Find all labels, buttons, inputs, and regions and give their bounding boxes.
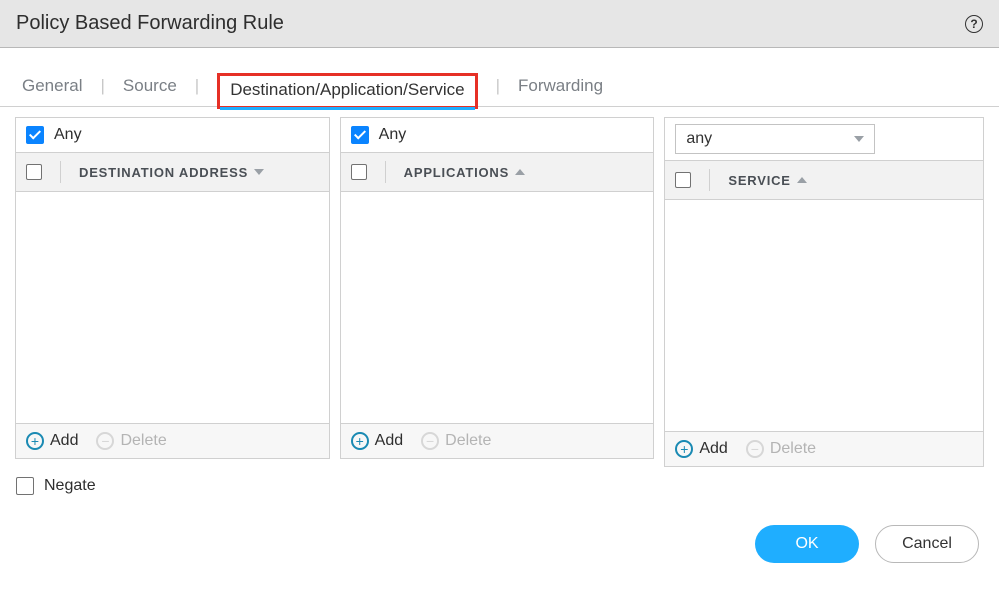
tabs-row: General | Source | Destination/Applicati…: [0, 72, 999, 107]
negate-row: Negate: [0, 471, 999, 501]
add-label: Add: [375, 432, 403, 450]
applications-delete-button[interactable]: − Delete: [421, 432, 491, 450]
service-delete-button[interactable]: − Delete: [746, 440, 816, 458]
service-grid-header: SERVICE: [664, 160, 984, 200]
applications-add-button[interactable]: + Add: [351, 432, 403, 450]
dialog-actions: OK Cancel: [0, 501, 999, 587]
applications-any-label: Any: [379, 126, 407, 144]
delete-label: Delete: [770, 440, 816, 458]
column-header-label: SERVICE: [728, 173, 790, 188]
chevron-up-icon: [515, 169, 525, 175]
plus-icon: +: [26, 432, 44, 450]
service-select[interactable]: any: [675, 124, 875, 154]
service-select-value: any: [686, 130, 712, 148]
destination-select-all-checkbox[interactable]: [26, 164, 42, 180]
destination-address-column-header[interactable]: DESTINATION ADDRESS: [79, 165, 264, 180]
applications-grid-body: [340, 192, 655, 424]
destination-delete-button[interactable]: − Delete: [96, 432, 166, 450]
tab-label: Destination/Application/Service: [230, 80, 464, 99]
applications-column: Any APPLICATIONS + Add − Delete: [340, 117, 655, 467]
minus-icon: −: [96, 432, 114, 450]
column-header-label: DESTINATION ADDRESS: [79, 165, 248, 180]
tab-separator: |: [496, 76, 500, 102]
service-column: any SERVICE + Add − Delete: [664, 117, 984, 467]
delete-label: Delete: [445, 432, 491, 450]
minus-icon: −: [746, 440, 764, 458]
service-grid-footer: + Add − Delete: [664, 432, 984, 467]
service-grid-body: [664, 200, 984, 432]
destination-any-checkbox[interactable]: [26, 126, 44, 144]
header-separator: [60, 161, 61, 183]
tab-destination-application-service[interactable]: Destination/Application/Service: [217, 73, 477, 109]
help-icon[interactable]: ?: [965, 15, 983, 33]
chevron-down-icon: [854, 136, 864, 142]
destination-column: Any DESTINATION ADDRESS + Add − Delete: [15, 117, 330, 467]
destination-add-button[interactable]: + Add: [26, 432, 78, 450]
negate-label: Negate: [44, 477, 96, 495]
minus-icon: −: [421, 432, 439, 450]
destination-grid-footer: + Add − Delete: [15, 424, 330, 459]
destination-any-label: Any: [54, 126, 82, 144]
service-top-row: any: [664, 117, 984, 160]
column-header-label: APPLICATIONS: [404, 165, 509, 180]
destination-grid-body: [15, 192, 330, 424]
applications-any-checkbox[interactable]: [351, 126, 369, 144]
add-label: Add: [50, 432, 78, 450]
chevron-up-icon: [797, 177, 807, 183]
delete-label: Delete: [120, 432, 166, 450]
add-label: Add: [699, 440, 727, 458]
tab-separator: |: [195, 76, 199, 102]
destination-grid-header: DESTINATION ADDRESS: [15, 152, 330, 192]
service-select-all-checkbox[interactable]: [675, 172, 691, 188]
ok-button[interactable]: OK: [755, 525, 859, 563]
service-add-button[interactable]: + Add: [675, 440, 727, 458]
tab-general[interactable]: General: [22, 72, 82, 106]
tab-separator: |: [100, 76, 104, 102]
dialog-title: Policy Based Forwarding Rule: [16, 12, 284, 35]
applications-any-row: Any: [340, 117, 655, 152]
negate-checkbox[interactable]: [16, 477, 34, 495]
applications-grid-footer: + Add − Delete: [340, 424, 655, 459]
plus-icon: +: [351, 432, 369, 450]
chevron-down-icon: [254, 169, 264, 175]
active-tab-underline: [220, 107, 474, 110]
service-column-header[interactable]: SERVICE: [728, 173, 806, 188]
applications-column-header[interactable]: APPLICATIONS: [404, 165, 525, 180]
applications-select-all-checkbox[interactable]: [351, 164, 367, 180]
plus-icon: +: [675, 440, 693, 458]
tab-forwarding[interactable]: Forwarding: [518, 72, 603, 106]
header-separator: [385, 161, 386, 183]
panels-container: Any DESTINATION ADDRESS + Add − Delete: [0, 107, 999, 471]
destination-any-row: Any: [15, 117, 330, 152]
tab-source[interactable]: Source: [123, 72, 177, 106]
applications-grid-header: APPLICATIONS: [340, 152, 655, 192]
header-separator: [709, 169, 710, 191]
dialog-header: Policy Based Forwarding Rule ?: [0, 0, 999, 48]
cancel-button[interactable]: Cancel: [875, 525, 979, 563]
